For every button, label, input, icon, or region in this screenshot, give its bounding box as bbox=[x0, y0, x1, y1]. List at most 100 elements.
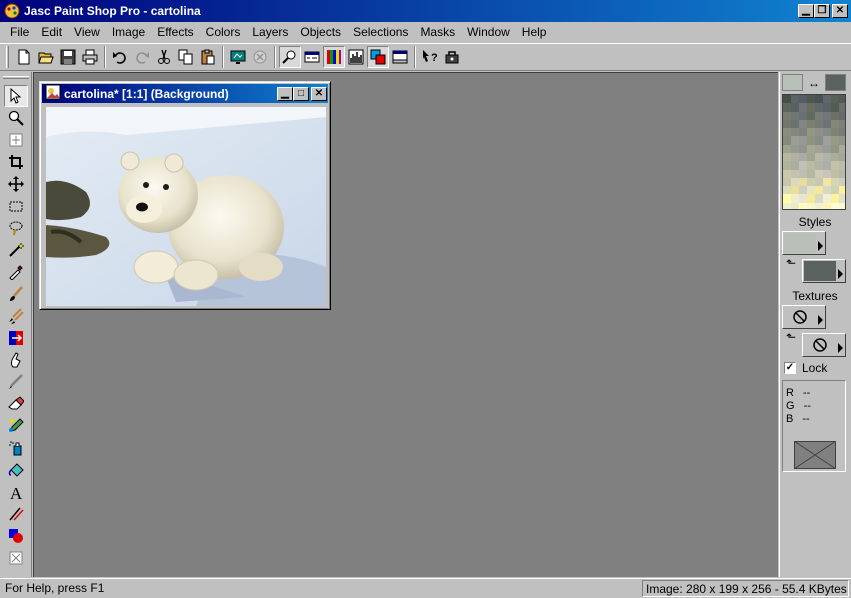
tool-options-button[interactable] bbox=[301, 46, 323, 68]
menu-bar: File Edit View Image Effects Colors Laye… bbox=[0, 22, 851, 42]
image-minimize-button[interactable]: ▁ bbox=[277, 86, 293, 101]
redo-button[interactable] bbox=[131, 46, 153, 68]
selection-tool[interactable] bbox=[4, 195, 28, 217]
close-button[interactable]: ✕ bbox=[832, 4, 848, 18]
background-color-swatch[interactable] bbox=[824, 74, 847, 91]
menu-masks[interactable]: Masks bbox=[414, 23, 461, 41]
image-document-icon[interactable] bbox=[45, 84, 61, 103]
dropdown-arrow-icon bbox=[818, 241, 823, 251]
image-close-button[interactable]: ✕ bbox=[311, 86, 327, 101]
app-icon[interactable] bbox=[4, 3, 20, 19]
airbrush-tool[interactable] bbox=[4, 437, 28, 459]
foreground-color-swatch[interactable] bbox=[782, 74, 804, 91]
freehand-selection-tool[interactable] bbox=[4, 217, 28, 239]
full-screen-preview-button[interactable] bbox=[227, 46, 249, 68]
scratch-remover-tool[interactable] bbox=[4, 371, 28, 393]
background-texture-button[interactable] bbox=[802, 333, 846, 357]
image-maximize-button[interactable]: □ bbox=[293, 86, 309, 101]
flood-fill-tool[interactable] bbox=[4, 459, 28, 481]
menu-colors[interactable]: Colors bbox=[200, 23, 247, 41]
overview-window-button[interactable] bbox=[279, 46, 301, 68]
context-help-button[interactable]: ? bbox=[419, 46, 441, 68]
object-selector-tool[interactable] bbox=[4, 547, 28, 569]
arrow-icon bbox=[10, 88, 21, 104]
deformation-icon bbox=[9, 133, 22, 147]
no-color-icon bbox=[795, 442, 835, 468]
scratch-remover-icon bbox=[8, 374, 23, 389]
menu-objects[interactable]: Objects bbox=[294, 23, 347, 41]
menu-view[interactable]: View bbox=[68, 23, 106, 41]
foreground-texture-button[interactable] bbox=[782, 305, 826, 329]
histogram-button[interactable] bbox=[345, 46, 367, 68]
available-colors-grid[interactable] bbox=[782, 94, 846, 210]
save-icon bbox=[60, 49, 76, 65]
swap-styles-icon[interactable]: ⬑ bbox=[786, 256, 796, 270]
foreground-style-button[interactable] bbox=[782, 231, 826, 255]
dropper-icon bbox=[8, 265, 23, 280]
dropper-tool[interactable] bbox=[4, 261, 28, 283]
status-bar: For Help, press F1 Image: 280 x 199 x 25… bbox=[0, 578, 851, 598]
undo-button[interactable] bbox=[109, 46, 131, 68]
status-help-text: For Help, press F1 bbox=[5, 581, 105, 595]
color-replacer-tool[interactable] bbox=[4, 327, 28, 349]
swap-colors-icon[interactable]: ↔ bbox=[803, 74, 824, 91]
minimize-icon: ▁ bbox=[281, 87, 289, 99]
color-preview-swatch bbox=[794, 441, 836, 469]
minimize-button[interactable]: ▁ bbox=[798, 4, 814, 18]
magic-wand-tool[interactable] bbox=[4, 239, 28, 261]
eraser-tool[interactable] bbox=[4, 393, 28, 415]
status-image-info: Image: 280 x 199 x 256 - 55.4 KBytes bbox=[642, 580, 849, 597]
menu-help[interactable]: Help bbox=[516, 23, 553, 41]
script-button[interactable] bbox=[441, 46, 463, 68]
color-palette-button[interactable] bbox=[323, 46, 345, 68]
image-canvas[interactable] bbox=[46, 107, 326, 306]
toolbar-grip[interactable] bbox=[6, 46, 9, 68]
copy-icon bbox=[178, 49, 193, 65]
clone-brush-tool[interactable] bbox=[4, 305, 28, 327]
paintbrush-tool[interactable] bbox=[4, 283, 28, 305]
mover-icon bbox=[7, 176, 24, 192]
toggle-toolbars-icon bbox=[392, 50, 408, 64]
mover-tool[interactable] bbox=[4, 173, 28, 195]
toolbar-separator bbox=[414, 46, 416, 68]
background-style-button[interactable] bbox=[802, 259, 846, 283]
zoom-tool[interactable] bbox=[4, 107, 28, 129]
menu-layers[interactable]: Layers bbox=[246, 23, 294, 41]
swap-textures-icon[interactable]: ⬑ bbox=[786, 330, 796, 344]
layer-palette-button[interactable] bbox=[367, 46, 389, 68]
text-tool[interactable]: A bbox=[4, 481, 28, 503]
save-button[interactable] bbox=[57, 46, 79, 68]
tool-palette-grip[interactable] bbox=[2, 76, 29, 79]
print-button[interactable] bbox=[79, 46, 101, 68]
deformation-tool[interactable] bbox=[4, 129, 28, 151]
menu-file[interactable]: File bbox=[4, 23, 35, 41]
new-button[interactable] bbox=[13, 46, 35, 68]
checkmark-icon: ✓ bbox=[785, 362, 795, 373]
retouch-tool[interactable] bbox=[4, 349, 28, 371]
close-icon: ✕ bbox=[314, 87, 324, 99]
open-button[interactable] bbox=[35, 46, 57, 68]
window-title: Jasc Paint Shop Pro - cartolina bbox=[24, 4, 201, 18]
copy-button[interactable] bbox=[175, 46, 197, 68]
crop-tool[interactable] bbox=[4, 151, 28, 173]
menu-image[interactable]: Image bbox=[106, 23, 151, 41]
cut-button[interactable] bbox=[153, 46, 175, 68]
menu-effects[interactable]: Effects bbox=[151, 23, 199, 41]
menu-window[interactable]: Window bbox=[461, 23, 516, 41]
cancel-icon bbox=[253, 50, 267, 64]
menu-selections[interactable]: Selections bbox=[347, 23, 414, 41]
cancel-button[interactable] bbox=[249, 46, 271, 68]
draw-tool[interactable] bbox=[4, 503, 28, 525]
arrow-tool[interactable] bbox=[3, 85, 28, 107]
title-bar[interactable]: Jasc Paint Shop Pro - cartolina ▁ ❐ ✕ bbox=[0, 0, 851, 22]
maximize-button[interactable]: ❐ bbox=[814, 4, 830, 18]
paste-button[interactable] bbox=[197, 46, 219, 68]
toggle-toolbars-button[interactable] bbox=[389, 46, 411, 68]
image-window-titlebar[interactable]: cartolina* [1:1] (Background) ▁ □ ✕ bbox=[42, 84, 328, 103]
image-window[interactable]: cartolina* [1:1] (Background) ▁ □ ✕ bbox=[39, 81, 331, 310]
no-texture-icon bbox=[813, 338, 827, 352]
preset-shapes-tool[interactable] bbox=[4, 525, 28, 547]
lock-checkbox[interactable]: ✓ bbox=[784, 362, 796, 374]
menu-edit[interactable]: Edit bbox=[35, 23, 68, 41]
picture-tube-tool[interactable] bbox=[4, 415, 28, 437]
